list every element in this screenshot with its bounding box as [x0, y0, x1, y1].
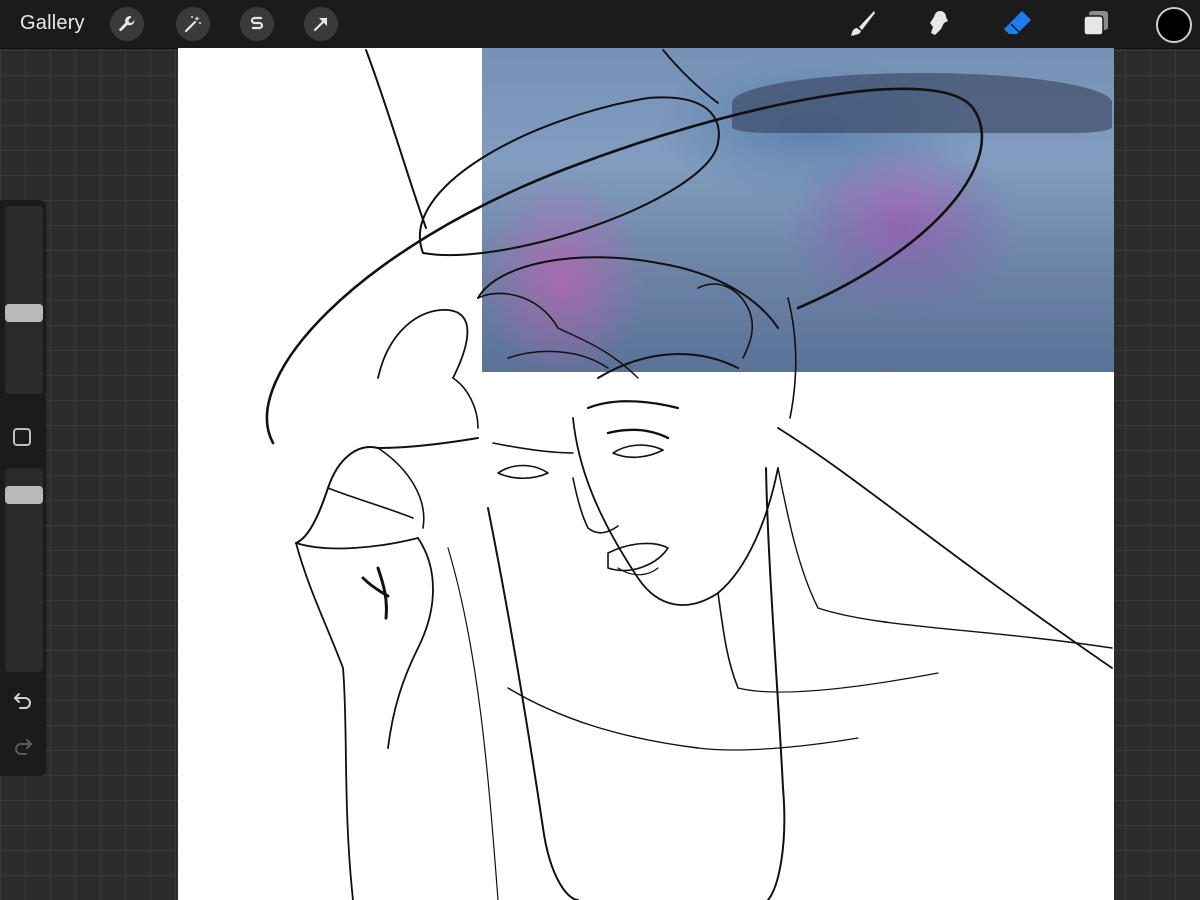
brush-size-thumb[interactable]: [5, 304, 43, 322]
smudge-icon: [930, 11, 948, 35]
drawing-canvas[interactable]: [178, 48, 1114, 900]
gallery-button[interactable]: Gallery: [20, 12, 85, 35]
line-art-sketch: [265, 49, 1113, 900]
modify-square-icon[interactable]: [13, 428, 31, 446]
layers-icon: [1083, 11, 1108, 36]
eraser-icon: [1004, 11, 1031, 34]
undo-icon: [14, 693, 31, 709]
wrench-icon: [119, 16, 135, 32]
layers-tool[interactable]: [1078, 6, 1114, 42]
opacity-thumb[interactable]: [5, 486, 43, 504]
left-sidebar: [0, 200, 46, 776]
magic-wand-icon: [184, 16, 201, 33]
transform-arrow-icon: [313, 17, 328, 32]
brush-icon: [851, 11, 875, 36]
selection-button[interactable]: [240, 7, 274, 41]
top-toolbar: Gallery: [0, 0, 1200, 49]
transform-button[interactable]: [304, 7, 338, 41]
smudge-tool[interactable]: [922, 6, 958, 42]
adjustments-button[interactable]: [176, 7, 210, 41]
eraser-tool[interactable]: [1000, 6, 1036, 42]
brush-tool[interactable]: [844, 6, 880, 42]
selection-icon: [250, 16, 264, 30]
actions-button[interactable]: [110, 7, 144, 41]
color-picker-button[interactable]: [1156, 7, 1192, 43]
redo-button[interactable]: [10, 733, 36, 759]
redo-icon: [15, 739, 32, 755]
brush-size-slider[interactable]: [5, 206, 43, 394]
undo-button[interactable]: [10, 687, 36, 713]
